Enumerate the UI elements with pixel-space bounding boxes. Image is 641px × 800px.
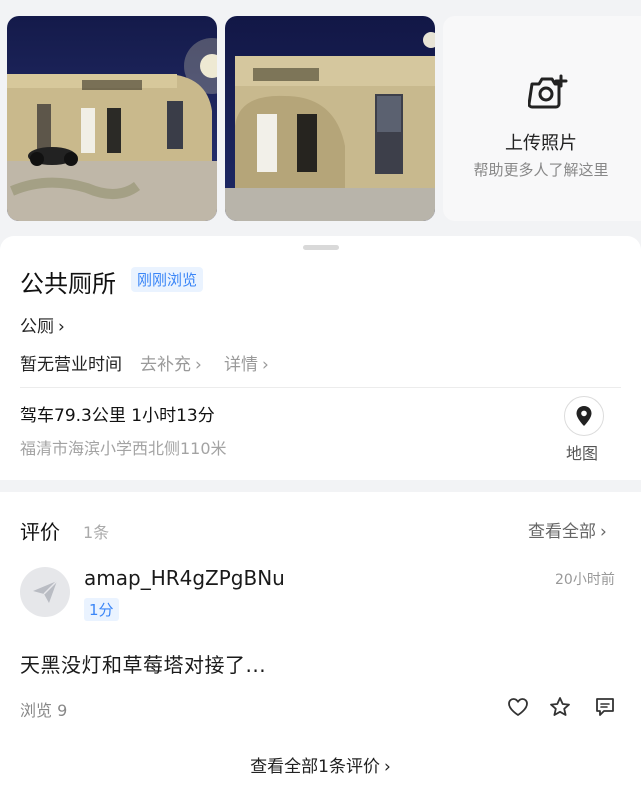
chevron-right-icon: ›: [58, 317, 65, 337]
chevron-right-icon: ›: [384, 757, 391, 777]
poi-photo-2[interactable]: [225, 16, 435, 221]
location-pin-icon: [576, 406, 592, 426]
sheet-drag-handle[interactable]: [303, 245, 339, 250]
map-button-label[interactable]: 地图: [566, 440, 598, 464]
add-hours-link[interactable]: 去补充 ›: [140, 350, 202, 375]
recently-viewed-badge: 刚刚浏览: [131, 267, 204, 292]
upload-photo-subtitle: 帮助更多人了解这里: [473, 161, 609, 179]
reviews-section: 评价 1条 查看全部 › amap_HR4gZPgBNu 1分 20小时前 天黑没…: [0, 492, 641, 800]
review-view-count: 浏览 9: [20, 701, 68, 720]
map-button[interactable]: [564, 396, 604, 436]
poi-name: 公共厕所: [20, 270, 116, 298]
poi-category-link[interactable]: 公厕 ›: [20, 312, 65, 337]
hours-detail-link[interactable]: 详情 ›: [224, 350, 269, 375]
paper-plane-icon: [33, 580, 58, 603]
upload-photo-title: 上传照片: [505, 133, 577, 154]
view-all-reviews-bottom-link[interactable]: 查看全部1条评价 ›: [0, 752, 641, 777]
heart-icon[interactable]: [507, 696, 529, 718]
reviews-title: 评价: [20, 520, 60, 544]
hours-detail-label: 详情: [224, 355, 258, 375]
review-text[interactable]: 天黑没灯和草莓塔对接了...: [20, 649, 266, 678]
add-hours-label: 去补充: [140, 355, 191, 375]
driving-route-info[interactable]: 驾车79.3公里 1小时13分: [20, 401, 215, 426]
star-icon[interactable]: [549, 696, 571, 718]
poi-photo-1[interactable]: [7, 16, 217, 221]
avatar[interactable]: [20, 567, 70, 617]
chevron-right-icon: ›: [262, 355, 269, 375]
chevron-right-icon: ›: [600, 522, 607, 542]
comment-icon[interactable]: [594, 696, 616, 718]
business-hours-label: 暂无营业时间: [20, 355, 122, 375]
photo-strip: 上传照片 帮助更多人了解这里: [0, 0, 641, 240]
chevron-right-icon: ›: [195, 355, 202, 375]
camera-plus-icon: [528, 74, 568, 109]
poi-category-label: 公厕: [20, 317, 54, 337]
view-all-reviews-link[interactable]: 查看全部 ›: [528, 517, 607, 542]
review-username[interactable]: amap_HR4gZPgBNu: [84, 566, 285, 590]
view-all-reviews-label: 查看全部: [528, 522, 596, 542]
review-timestamp: 20小时前: [555, 572, 615, 588]
restroom-photo-image: [225, 16, 435, 221]
reviews-count: 1条: [83, 523, 110, 542]
poi-address: 福清市海滨小学西北侧110米: [20, 439, 227, 458]
review-score-badge: 1分: [84, 598, 119, 621]
section-divider: [20, 387, 621, 388]
poi-info-card: 公共厕所 刚刚浏览 公厕 › 暂无营业时间 去补充 › 详情 › 驾车79.3公里 1…: [0, 236, 641, 480]
upload-photo-card[interactable]: 上传照片 帮助更多人了解这里: [443, 16, 641, 221]
restroom-photo-image: [7, 16, 217, 221]
view-all-reviews-bottom-label: 查看全部1条评价: [250, 757, 380, 777]
